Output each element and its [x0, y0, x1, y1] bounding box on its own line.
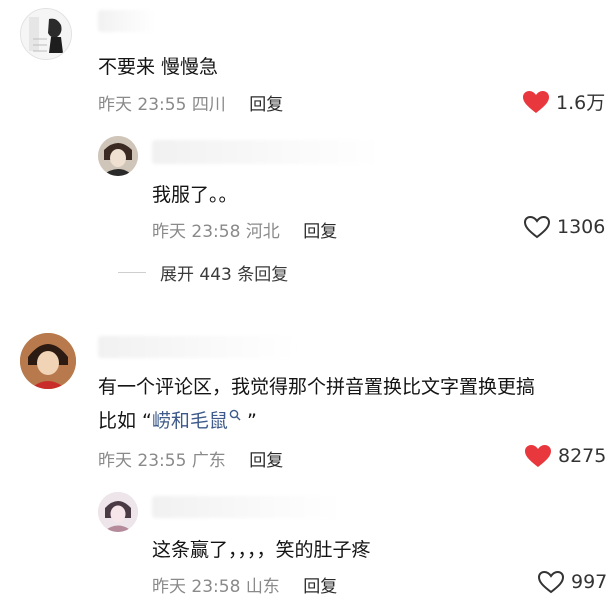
comment-text-line2: 比如 “崂和毛鼠 ”	[98, 406, 257, 433]
expand-replies-button[interactable]: 展开 443 条回复	[118, 260, 288, 285]
like-count: 1.6万	[556, 92, 606, 114]
username-redacted	[98, 10, 156, 32]
like-count: 997	[571, 571, 606, 593]
reply-button[interactable]: 回复	[249, 95, 283, 115]
comment-time: 昨天 23:55	[98, 451, 187, 471]
comment-text-prefix: 比如 “	[98, 410, 152, 432]
username-redacted	[152, 140, 382, 164]
like-count: 8275	[558, 445, 606, 467]
avatar[interactable]	[20, 333, 76, 389]
like-button[interactable]: 997	[537, 570, 606, 594]
avatar[interactable]	[98, 136, 138, 176]
comment-text-suffix: ”	[240, 410, 257, 432]
reply-text: 这条赢了，，，，笑的肚子疼	[152, 539, 371, 561]
reply-time: 昨天 23:58	[152, 222, 241, 242]
like-button[interactable]: 8275	[524, 444, 606, 468]
comment-text: 有一个评论区，我觉得那个拼音置换比文字置换更搞	[98, 376, 536, 398]
like-button[interactable]: 1.6万	[522, 88, 605, 115]
avatar[interactable]	[20, 8, 72, 60]
reply-location: 河北	[245, 222, 280, 242]
reply-meta: 昨天 23:58 河北 回复	[152, 217, 337, 242]
heart-filled-icon	[523, 90, 549, 113]
reply-button[interactable]: 回复	[303, 222, 337, 242]
comment-meta: 昨天 23:55 广东 回复	[98, 446, 283, 471]
comment-location: 广东	[191, 451, 226, 471]
reply-location: 山东	[245, 577, 280, 597]
heart-outline-icon	[523, 215, 551, 239]
search-link[interactable]: 崂和毛鼠	[151, 409, 241, 432]
search-icon	[229, 409, 241, 421]
avatar[interactable]	[98, 492, 138, 532]
reply-button[interactable]: 回复	[249, 451, 283, 471]
heart-filled-icon	[525, 445, 551, 467]
reply-text: 我服了。。	[152, 184, 238, 206]
reply-meta: 昨天 23:58 山东 回复	[152, 572, 337, 597]
reply-button[interactable]: 回复	[303, 577, 337, 597]
username-redacted	[152, 496, 342, 518]
heart-outline-icon	[537, 570, 565, 594]
comment-location: 四川	[191, 95, 226, 115]
comment-meta: 昨天 23:55 四川 回复	[98, 90, 283, 115]
like-button[interactable]: 1306	[523, 215, 605, 239]
username-redacted	[98, 336, 298, 358]
expand-replies-label: 展开 443 条回复	[160, 265, 289, 285]
reply-time: 昨天 23:58	[152, 577, 241, 597]
comment-text: 不要来 慢慢急	[98, 56, 219, 78]
divider	[118, 272, 146, 273]
comment-time: 昨天 23:55	[98, 95, 187, 115]
like-count: 1306	[557, 216, 606, 238]
search-link-label: 崂和毛鼠	[151, 410, 228, 432]
